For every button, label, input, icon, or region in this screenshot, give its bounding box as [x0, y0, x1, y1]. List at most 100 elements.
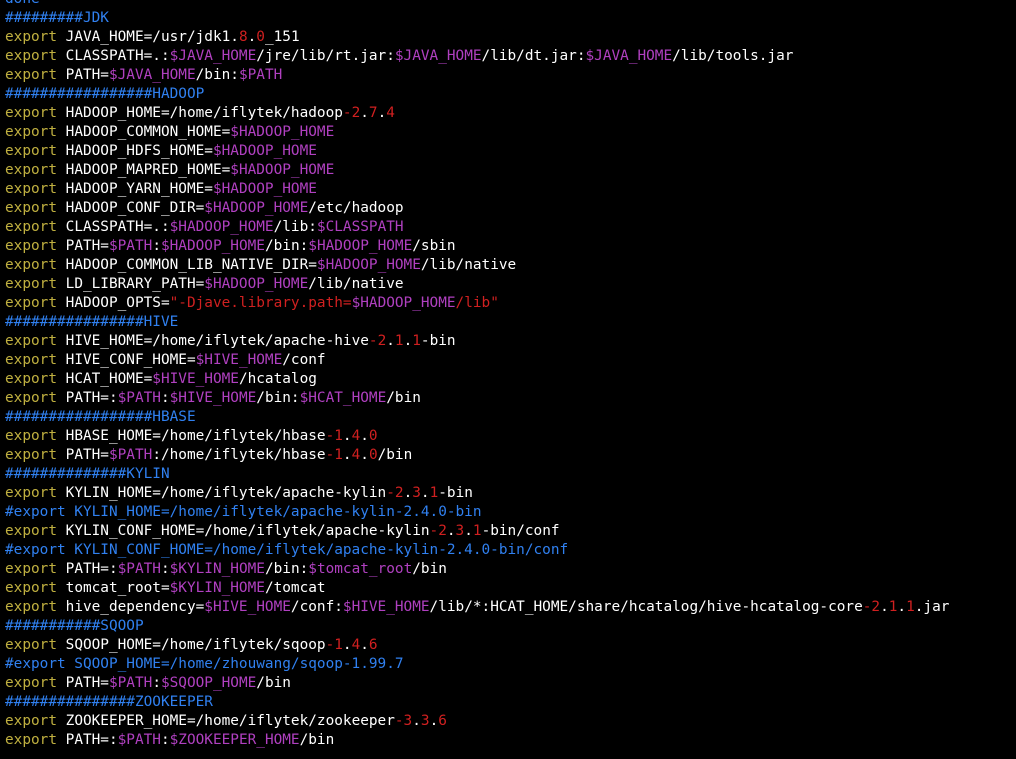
number-token: 8: [238, 29, 248, 45]
number-token: "-Djave.library.path=: [169, 295, 352, 311]
number-token: 3: [420, 713, 430, 729]
keyword-token: export: [5, 713, 66, 729]
code-text: PATH=: [65, 447, 109, 463]
code-text: HCAT_HOME=: [65, 371, 153, 387]
code-text: /lib:: [273, 219, 317, 235]
code-text: LD_LIBRARY_PATH=: [65, 276, 205, 292]
code-line: ###########SQOOP: [5, 617, 1013, 636]
code-text: /tomcat: [264, 580, 326, 596]
code-text: ZOOKEEPER_HOME=/home/iflytek/zookeeper: [65, 713, 395, 729]
keyword-token: export: [5, 599, 66, 615]
code-line: #########JDK: [5, 9, 1013, 28]
keyword-token: export: [5, 428, 66, 444]
code-line: export KYLIN_CONF_HOME=/home/iflytek/apa…: [5, 522, 1013, 541]
number-token: -2: [386, 485, 404, 501]
code-line: export ZOOKEEPER_HOME=/home/iflytek/zook…: [5, 712, 1013, 731]
code-line: ###############ZOOKEEPER: [5, 693, 1013, 712]
variable-token: $HIVE_HOME: [342, 599, 430, 615]
code-line: ##############KYLIN: [5, 465, 1013, 484]
variable-token: $JAVA_HOME: [169, 48, 257, 64]
number-token: -2: [342, 105, 361, 121]
code-text: /jre/lib/rt.jar:: [256, 48, 395, 64]
code-line: export HIVE_HOME=/home/iflytek/apache-hi…: [5, 332, 1013, 351]
code-line: export KYLIN_HOME=/home/iflytek/apache-k…: [5, 484, 1013, 503]
code-text: JAVA_HOME=/usr/jdk1.: [65, 29, 239, 45]
variable-token: $HIVE_HOME: [169, 390, 257, 406]
variable-token: $HADOOP_HOME: [230, 124, 335, 140]
keyword-token: export: [5, 390, 66, 406]
keyword-token: export: [5, 105, 66, 121]
keyword-token: export: [5, 276, 66, 292]
keyword-token: export: [5, 238, 66, 254]
variable-token: $JAVA_HOME: [585, 48, 673, 64]
number-token: 1: [412, 333, 421, 349]
code-text: PATH=: [65, 675, 109, 691]
keyword-token: export: [5, 257, 66, 273]
code-text: PATH=:: [65, 732, 118, 748]
code-text: /sbin: [412, 238, 456, 254]
variable-token: $PATH: [108, 447, 153, 463]
number-token: 0: [368, 447, 378, 463]
number-token: -2: [368, 333, 387, 349]
keyword-token: export: [5, 637, 66, 653]
code-text: /lib/tools.jar: [672, 48, 794, 64]
code-line: export HADOOP_YARN_HOME=$HADOOP_HOME: [5, 180, 1013, 199]
code-line: export HADOOP_CONF_DIR=$HADOOP_HOME/etc/…: [5, 199, 1013, 218]
code-line: export CLASSPATH=.:$HADOOP_HOME/lib:$CLA…: [5, 218, 1013, 237]
code-text: HADOOP_CONF_DIR=: [65, 200, 205, 216]
code-text: PATH=: [65, 238, 109, 254]
code-text: .: [360, 447, 369, 463]
code-text: :/home/iflytek/hbase: [152, 447, 326, 463]
code-text: /bin:: [264, 238, 309, 254]
code-text: PATH=:: [65, 561, 118, 577]
number-token: /lib": [455, 295, 499, 311]
code-text: -bin: [438, 485, 473, 501]
number-token: -1: [325, 428, 343, 444]
code-text: HADOOP_HDFS_HOME=: [65, 143, 213, 159]
variable-token: $HCAT_HOME: [299, 390, 387, 406]
code-text: :: [160, 732, 170, 748]
code-line: export PATH=:$PATH:$KYLIN_HOME/bin:$tomc…: [5, 560, 1013, 579]
code-text: HBASE_HOME=/home/iflytek/hbase: [65, 428, 326, 444]
code-line: export HBASE_HOME=/home/iflytek/hbase-1.…: [5, 427, 1013, 446]
keyword-token: export: [5, 580, 66, 596]
comment-text: ##############KYLIN: [5, 466, 170, 482]
number-token: -1: [325, 637, 343, 653]
variable-token: $tomcat_root: [308, 561, 413, 577]
code-text: /bin: [299, 732, 335, 748]
number-token: 4: [351, 428, 361, 444]
keyword-token: export: [5, 219, 66, 235]
code-text: :: [152, 238, 161, 254]
variable-token: $HIVE_HOME: [195, 352, 283, 368]
code-text: /bin: [377, 447, 413, 463]
variable-token: $HIVE_HOME: [204, 599, 291, 615]
comment-text: done: [5, 0, 40, 7]
comment-text: #################HADOOP: [5, 86, 205, 102]
keyword-token: export: [5, 181, 66, 197]
keyword-token: export: [5, 371, 66, 387]
variable-token: $KYLIN_HOME: [169, 580, 265, 596]
code-text: .: [342, 447, 352, 463]
code-text: /conf: [282, 352, 326, 368]
code-line: export HCAT_HOME=$HIVE_HOME/hcatalog: [5, 370, 1013, 389]
keyword-token: export: [5, 48, 66, 64]
variable-token: $HADOOP_HOME: [308, 238, 413, 254]
code-text: .: [880, 599, 889, 615]
code-line: export SQOOP_HOME=/home/iflytek/sqoop-1.…: [5, 636, 1013, 655]
code-text: :: [160, 561, 170, 577]
keyword-token: export: [5, 485, 66, 501]
variable-token: $HADOOP_HOME: [204, 276, 309, 292]
code-text: .: [360, 428, 369, 444]
code-text: .: [446, 523, 456, 539]
code-text: HADOOP_COMMON_HOME=: [65, 124, 231, 140]
code-text: tomcat_root=: [65, 580, 170, 596]
code-line: export HADOOP_COMMON_LIB_NATIVE_DIR=$HAD…: [5, 256, 1013, 275]
terminal-editor-buffer[interactable]: done #########JDK export JAVA_HOME=/usr/jd…: [5, 0, 1013, 750]
code-line: export PATH=:$PATH:$HIVE_HOME/bin:$HCAT_…: [5, 389, 1013, 408]
number-token: -2: [429, 523, 447, 539]
number-token: 0: [368, 428, 378, 444]
variable-token: $HADOOP_HOME: [169, 219, 274, 235]
code-line: export PATH=$PATH:/home/iflytek/hbase-1.…: [5, 446, 1013, 465]
variable-token: $ZOOKEEPER_HOME: [169, 732, 300, 748]
code-text: HADOOP_MAPRED_HOME=: [65, 162, 231, 178]
